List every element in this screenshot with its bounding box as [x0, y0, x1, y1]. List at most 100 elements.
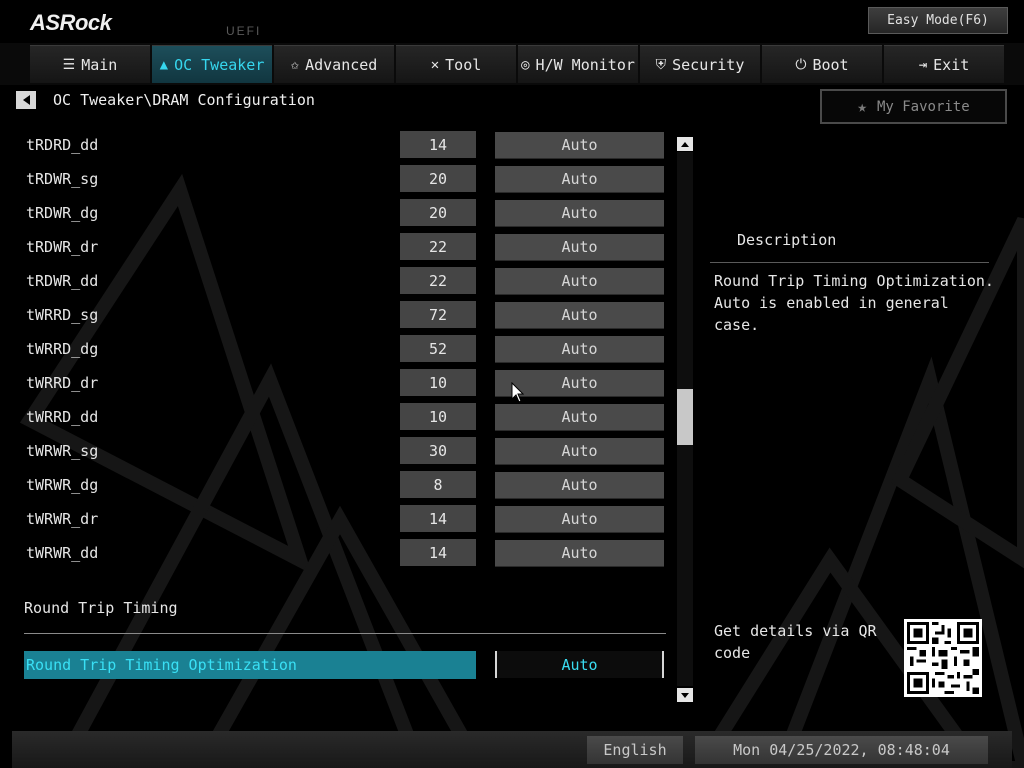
setting-row[interactable]: tRDWR_dg 20 Auto — [0, 199, 670, 229]
setting-row[interactable]: tWRRD_dg 52 Auto — [0, 335, 670, 365]
back-button[interactable] — [16, 91, 36, 109]
setting-option-select[interactable]: Auto — [495, 336, 664, 363]
tab-tool[interactable]: ✕ Tool — [396, 45, 516, 83]
setting-option-select[interactable]: Auto — [495, 302, 664, 329]
breadcrumb: OC Tweaker\DRAM Configuration — [53, 91, 315, 109]
shield-icon: ⛨ — [655, 56, 667, 73]
setting-current-value: 10 — [400, 369, 476, 396]
setting-name: tWRRD_dr — [26, 374, 99, 392]
tab-main[interactable]: ☰ Main — [30, 45, 150, 83]
back-arrow-icon — [22, 95, 30, 105]
setting-row[interactable]: tWRRD_dd 10 Auto — [0, 403, 670, 433]
setting-option-select[interactable]: Auto — [495, 438, 664, 465]
setting-current-value: 22 — [400, 233, 476, 260]
tab-oc-tweaker[interactable]: ▲ OC Tweaker — [152, 45, 272, 83]
setting-current-value: 14 — [400, 539, 476, 566]
selected-setting-name: Round Trip Timing Optimization — [26, 656, 297, 674]
setting-row[interactable]: tWRRD_dr 10 Auto — [0, 369, 670, 399]
mouse-cursor-icon — [511, 382, 525, 403]
setting-current-value: 10 — [400, 403, 476, 430]
description-title: Description — [737, 231, 837, 249]
setting-option-select[interactable]: Auto — [495, 166, 664, 193]
section-title: Round Trip Timing — [24, 599, 178, 617]
setting-name: tRDWR_sg — [26, 170, 99, 188]
setting-row[interactable]: tRDRD_dd 14 Auto — [0, 131, 670, 161]
tab-label: Exit — [933, 55, 970, 74]
setting-option-select[interactable]: Auto — [495, 234, 664, 261]
tab-label: Boot — [812, 55, 849, 74]
datetime-display[interactable]: Mon 04/25/2022, 08:48:04 — [695, 736, 988, 764]
tab-boot[interactable]: ⏻ Boot — [762, 45, 882, 83]
setting-current-value: 20 — [400, 199, 476, 226]
selected-setting-row[interactable]: Round Trip Timing Optimization — [24, 651, 476, 679]
setting-name: tWRWR_dr — [26, 510, 99, 528]
easy-mode-button[interactable]: Easy Mode(F6) — [868, 7, 1008, 34]
star-icon: ✩ — [290, 56, 300, 73]
setting-row[interactable]: tWRWR_dd 14 Auto — [0, 539, 670, 569]
description-text: Round Trip Timing Optimization. Auto is … — [714, 272, 994, 334]
tab-exit[interactable]: ⇥ Exit — [884, 45, 1004, 83]
asrock-logo: ASRock — [30, 10, 112, 35]
setting-row[interactable]: tWRWR_dr 14 Auto — [0, 505, 670, 535]
power-icon: ⏻ — [795, 56, 807, 73]
qr-hint-text: Get details via QR code — [714, 622, 877, 662]
tab-bar: ☰ Main ▲ OC Tweaker ✩ Advanced ✕ Tool ◎ … — [0, 43, 1024, 85]
setting-current-value: 52 — [400, 335, 476, 362]
setting-name: tWRRD_dg — [26, 340, 99, 358]
tab-security[interactable]: ⛨ Security — [640, 45, 760, 83]
tab-label: OC Tweaker — [174, 55, 265, 74]
qr-code-icon — [904, 619, 982, 697]
setting-current-value: 72 — [400, 301, 476, 328]
setting-name: tWRRD_dd — [26, 408, 99, 426]
tab-hw-monitor[interactable]: ◎ H/W Monitor — [518, 45, 638, 83]
setting-name: tWRWR_dg — [26, 476, 99, 494]
scroll-down-button[interactable] — [677, 688, 693, 702]
setting-option-select[interactable]: Auto — [495, 132, 664, 159]
setting-row[interactable]: tWRWR_dg 8 Auto — [0, 471, 670, 501]
monitor-icon: ◎ — [521, 56, 530, 73]
arrow-down-icon — [681, 692, 689, 698]
setting-current-value: 20 — [400, 165, 476, 192]
setting-option-select[interactable]: Auto — [495, 404, 664, 431]
tab-label: Tool — [445, 55, 482, 74]
setting-name: tRDWR_dg — [26, 204, 99, 222]
setting-current-value: 14 — [400, 131, 476, 158]
arrow-up-icon — [681, 141, 689, 147]
setting-name: tWRWR_dd — [26, 544, 99, 562]
tab-label: Main — [81, 55, 118, 74]
setting-option-select[interactable]: Auto — [495, 540, 664, 567]
setting-row[interactable]: tRDWR_sg 20 Auto — [0, 165, 670, 195]
tools-icon: ✕ — [430, 56, 440, 73]
setting-row[interactable]: tWRRD_sg 72 Auto — [0, 301, 670, 331]
favorite-label: My Favorite — [876, 98, 970, 115]
selected-setting-option-select[interactable]: Auto — [495, 651, 664, 678]
my-favorite-button[interactable]: ★ My Favorite — [820, 89, 1007, 124]
tab-label: Security — [672, 55, 745, 74]
rocket-icon: ▲ — [159, 56, 169, 73]
setting-current-value: 22 — [400, 267, 476, 294]
setting-option-select[interactable]: Auto — [495, 472, 664, 499]
setting-option-select[interactable]: Auto — [495, 506, 664, 533]
setting-name: tRDWR_dr — [26, 238, 99, 256]
setting-option-select[interactable]: Auto — [495, 268, 664, 295]
setting-name: tWRRD_sg — [26, 306, 99, 324]
scroll-up-button[interactable] — [677, 137, 693, 151]
scrollbar-thumb[interactable] — [677, 389, 693, 445]
language-button[interactable]: English — [587, 736, 683, 764]
exit-icon: ⇥ — [918, 56, 928, 73]
setting-row[interactable]: tRDWR_dd 22 Auto — [0, 267, 670, 297]
tab-advanced[interactable]: ✩ Advanced — [274, 45, 394, 83]
setting-current-value: 30 — [400, 437, 476, 464]
tab-label: Advanced — [305, 55, 378, 74]
setting-row[interactable]: tWRWR_sg 30 Auto — [0, 437, 670, 467]
star-icon: ★ — [857, 97, 867, 116]
section-divider — [24, 633, 666, 634]
setting-name: tRDRD_dd — [26, 136, 99, 154]
setting-name: tWRWR_sg — [26, 442, 99, 460]
uefi-label: UEFI — [226, 24, 262, 38]
setting-name: tRDWR_dd — [26, 272, 99, 290]
setting-current-value: 14 — [400, 505, 476, 532]
setting-option-select[interactable]: Auto — [495, 200, 664, 227]
list-icon: ☰ — [62, 56, 76, 73]
setting-row[interactable]: tRDWR_dr 22 Auto — [0, 233, 670, 263]
